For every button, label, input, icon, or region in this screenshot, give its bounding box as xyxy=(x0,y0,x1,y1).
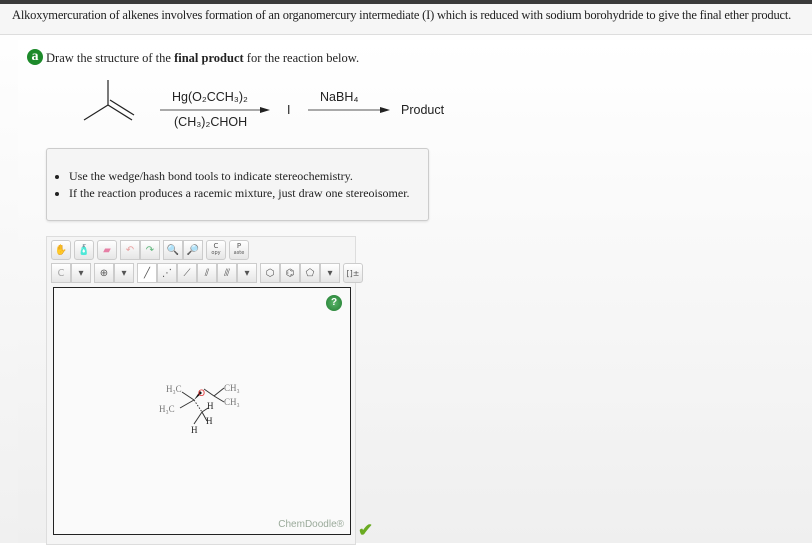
toolbar-row-2: C ▾ ⊕ ▾ ╱ ⋰ ⟋ ⫽ ⫻ ▾ ⬡ ⌬ ⬠ ▾ []± xyxy=(51,263,363,283)
intermediate-label: I xyxy=(287,103,291,117)
paste-button[interactable]: Paste xyxy=(229,240,249,260)
wedge-bond-icon[interactable]: ⟋ xyxy=(177,263,197,283)
reagent-1-bottom: (CH₃)₂CHOH xyxy=(174,115,248,129)
chevron-down-icon[interactable]: ▾ xyxy=(320,263,340,283)
chevron-down-icon[interactable]: ▾ xyxy=(71,263,91,283)
oxygen-label: O xyxy=(198,388,205,398)
prompt-text-end: for the reaction below. xyxy=(243,51,360,65)
double-bond-icon[interactable]: ⫽ xyxy=(197,263,217,283)
toolbar-row-1: ✋ 🧴 ▰ ↶ ↷ 🔍 🔎 Copy Paste xyxy=(51,240,249,260)
header-text: Alkoxymercuration of alkenes involves fo… xyxy=(12,8,792,22)
benzene-icon[interactable]: ⌬ xyxy=(280,263,300,283)
chevron-down-icon[interactable]: ▾ xyxy=(237,263,257,283)
product-label: Product xyxy=(401,103,445,117)
hash-bond-icon[interactable]: ⋰ xyxy=(157,263,177,283)
instruction-item: Use the wedge/hash bond tools to indicat… xyxy=(69,169,428,184)
atom-label: H xyxy=(206,416,213,426)
question-prompt: Draw the structure of the final product … xyxy=(46,51,359,66)
atom-button[interactable]: C xyxy=(51,263,71,283)
atom-label: H xyxy=(191,425,198,435)
atom-label: H₃C xyxy=(159,404,175,414)
redo-icon[interactable]: ↷ xyxy=(140,240,160,260)
part-badge: a xyxy=(27,49,43,65)
correct-check-icon: ✔ xyxy=(358,520,374,540)
zoom-in-icon[interactable]: 🔍 xyxy=(163,240,183,260)
chevron-down-icon[interactable]: ▾ xyxy=(114,263,134,283)
eraser-icon[interactable]: ▰ xyxy=(97,240,117,260)
reagent-1-top: Hg(O₂CCH₃)₂ xyxy=(172,90,248,104)
prompt-text: Draw the structure of the xyxy=(46,51,175,65)
bracket-button[interactable]: []± xyxy=(343,263,363,283)
clear-icon[interactable]: 🧴 xyxy=(74,240,94,260)
cyclopentane-icon[interactable]: ⬠ xyxy=(300,263,320,283)
instructions-box: Use the wedge/hash bond tools to indicat… xyxy=(46,148,429,221)
product-molecule: H₃C H₃C O CH₃ CH₃ H H H xyxy=(159,383,240,435)
triple-bond-icon[interactable]: ⫻ xyxy=(217,263,237,283)
instruction-item: If the reaction produces a racemic mixtu… xyxy=(69,186,428,201)
single-bond-icon[interactable]: ╱ xyxy=(137,263,157,283)
atom-label: CH₃ xyxy=(224,397,240,407)
copy-button[interactable]: Copy xyxy=(206,240,226,260)
atom-label: H₃C xyxy=(166,384,182,394)
hand-icon[interactable]: ✋ xyxy=(51,240,71,260)
isobutylene-structure xyxy=(83,80,135,121)
atom-label: CH₃ xyxy=(224,383,240,393)
charge-button[interactable]: ⊕ xyxy=(94,263,114,283)
chemdoodle-logo: ChemDoodle® xyxy=(278,519,344,530)
zoom-out-icon[interactable]: 🔎 xyxy=(183,240,203,260)
undo-icon[interactable]: ↶ xyxy=(120,240,140,260)
drawing-canvas[interactable]: ? H₃C H₃C O CH₃ CH₃ H H H ChemDoodle® xyxy=(53,287,351,535)
atom-label: H xyxy=(207,401,214,411)
question-header: Alkoxymercuration of alkenes involves fo… xyxy=(0,4,812,35)
prompt-bold: final product xyxy=(174,51,244,65)
cyclohexane-icon[interactable]: ⬡ xyxy=(260,263,280,283)
chemdoodle-editor: ✋ 🧴 ▰ ↶ ↷ 🔍 🔎 Copy Paste C ▾ ⊕ ▾ ╱ ⋰ ⟋ ⫽ ⫻ ▾ ⬡ ⌬ ⬠ ▾… xyxy=(46,236,363,545)
reagent-2: NaBH₄ xyxy=(320,90,359,104)
